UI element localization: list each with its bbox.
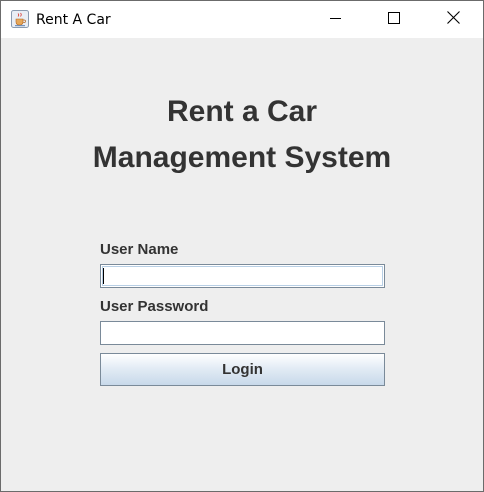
user-password-input[interactable] <box>100 321 385 345</box>
app-window: Rent A Car Rent a Car Management System … <box>0 0 484 492</box>
maximize-button[interactable] <box>371 1 417 38</box>
close-icon <box>446 10 460 29</box>
user-name-label: User Name <box>100 241 179 258</box>
java-cup-icon[interactable] <box>11 10 29 28</box>
window-title: Rent A Car <box>36 12 111 28</box>
maximize-icon <box>388 11 400 29</box>
focus-ring <box>102 266 383 286</box>
title-bar[interactable]: Rent A Car <box>1 1 483 38</box>
login-button[interactable]: Login <box>100 353 385 386</box>
minimize-button[interactable] <box>313 1 359 38</box>
login-button-label: Login <box>222 360 263 378</box>
close-button[interactable] <box>430 1 476 38</box>
user-password-label: User Password <box>100 298 209 315</box>
minimize-icon <box>330 11 342 29</box>
heading-line-1: Rent a Car <box>166 95 318 128</box>
heading-line-2: Management System <box>92 141 392 174</box>
user-name-input[interactable] <box>100 264 385 288</box>
